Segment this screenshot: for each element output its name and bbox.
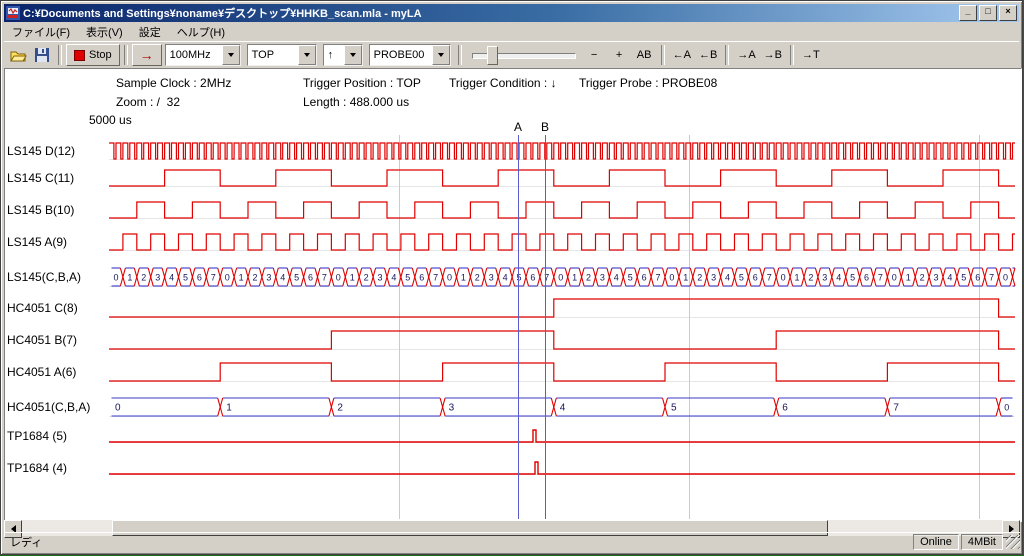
save-button[interactable] bbox=[30, 44, 54, 66]
dropdown-button[interactable] bbox=[432, 45, 450, 65]
chevron-down-icon bbox=[350, 53, 356, 57]
trigger-edge-value: ↑ bbox=[328, 49, 334, 61]
dropdown-button[interactable] bbox=[344, 45, 362, 65]
waveform-panel bbox=[4, 68, 1022, 522]
zoom-slider[interactable] bbox=[472, 44, 576, 66]
resize-grip[interactable] bbox=[1006, 535, 1020, 549]
toolbar-separator bbox=[458, 45, 462, 65]
toolbar-separator bbox=[725, 45, 729, 65]
sample-clock-value: 100MHz bbox=[170, 49, 211, 61]
goto-trigger-button[interactable]: →T bbox=[798, 45, 824, 66]
toolbar-separator bbox=[58, 45, 62, 65]
chevron-down-icon bbox=[438, 53, 444, 57]
trigger-position-value: TOP bbox=[252, 49, 274, 61]
sample-clock-select[interactable]: 100MHz bbox=[165, 44, 241, 66]
prev-a-button[interactable]: ←A bbox=[669, 45, 695, 66]
window-controls: _ □ × bbox=[959, 5, 1017, 21]
next-a-button[interactable]: →A bbox=[733, 45, 759, 66]
memory-indicator: 4MBit bbox=[961, 534, 1003, 550]
toolbar-separator bbox=[124, 45, 128, 65]
maximize-button[interactable]: □ bbox=[979, 5, 997, 21]
app-icon bbox=[6, 6, 20, 20]
floppy-disk-icon bbox=[35, 48, 49, 62]
menu-settings[interactable]: 設定 bbox=[131, 22, 169, 42]
stop-icon bbox=[74, 50, 85, 61]
trigger-probe-value: PROBE00 bbox=[374, 49, 425, 61]
status-bar: レディ Online 4MBit bbox=[4, 532, 1020, 551]
chevron-down-icon bbox=[228, 53, 234, 57]
zoom-out-button[interactable]: − bbox=[582, 45, 607, 66]
chevron-down-icon bbox=[304, 53, 310, 57]
trigger-edge-select[interactable]: ↑ bbox=[323, 44, 363, 66]
trigger-position-select[interactable]: TOP bbox=[247, 44, 317, 66]
zoom-in-button[interactable]: + bbox=[607, 45, 632, 66]
open-button[interactable] bbox=[6, 44, 30, 66]
menu-file[interactable]: ファイル(F) bbox=[4, 22, 78, 42]
menu-help[interactable]: ヘルプ(H) bbox=[169, 22, 233, 42]
stop-label: Stop bbox=[89, 49, 112, 61]
app-window: C:¥Documents and Settings¥noname¥デスクトップ¥… bbox=[0, 0, 1023, 555]
toolbar-separator bbox=[661, 45, 665, 65]
ab-button[interactable]: AB bbox=[632, 45, 657, 66]
trigger-probe-select[interactable]: PROBE00 bbox=[369, 44, 451, 66]
trigger-probe-info: Trigger Probe : PROBE08 bbox=[579, 76, 717, 90]
toolbar-separator bbox=[790, 45, 794, 65]
window-title: C:¥Documents and Settings¥noname¥デスクトップ¥… bbox=[23, 5, 955, 21]
menu-view[interactable]: 表示(V) bbox=[78, 22, 131, 42]
trigger-condition-info: Trigger Condition : ↓ bbox=[449, 76, 557, 90]
title-bar[interactable]: C:¥Documents and Settings¥noname¥デスクトップ¥… bbox=[4, 4, 1019, 22]
sample-clock-info: Sample Clock : 2MHz bbox=[116, 76, 231, 90]
trigger-position-info: Trigger Position : TOP bbox=[303, 76, 421, 90]
toolbar: Stop → 100MHz TOP ↑ PROBE00 bbox=[4, 41, 1019, 68]
dropdown-button[interactable] bbox=[298, 45, 316, 65]
menu-bar: ファイル(F) 表示(V) 設定 ヘルプ(H) bbox=[4, 22, 1019, 41]
length-info: Length : 488.000 us bbox=[303, 95, 409, 109]
dropdown-button[interactable] bbox=[222, 45, 240, 65]
minimize-button[interactable]: _ bbox=[959, 5, 977, 21]
run-button[interactable]: → bbox=[132, 44, 162, 66]
open-folder-icon bbox=[10, 49, 27, 62]
stop-button[interactable]: Stop bbox=[66, 44, 120, 66]
prev-b-button[interactable]: ←B bbox=[695, 45, 721, 66]
run-arrow-icon: → bbox=[140, 47, 154, 63]
slider-thumb[interactable] bbox=[487, 46, 498, 65]
time-scale-label: 5000 us bbox=[89, 113, 132, 127]
status-text: レディ bbox=[4, 534, 48, 550]
zoom-info: Zoom : / 32 bbox=[116, 95, 180, 109]
close-button[interactable]: × bbox=[999, 5, 1017, 21]
desktop: C:¥Documents and Settings¥noname¥デスクトップ¥… bbox=[0, 0, 1024, 556]
online-indicator: Online bbox=[913, 534, 959, 550]
next-b-button[interactable]: →B bbox=[760, 45, 786, 66]
